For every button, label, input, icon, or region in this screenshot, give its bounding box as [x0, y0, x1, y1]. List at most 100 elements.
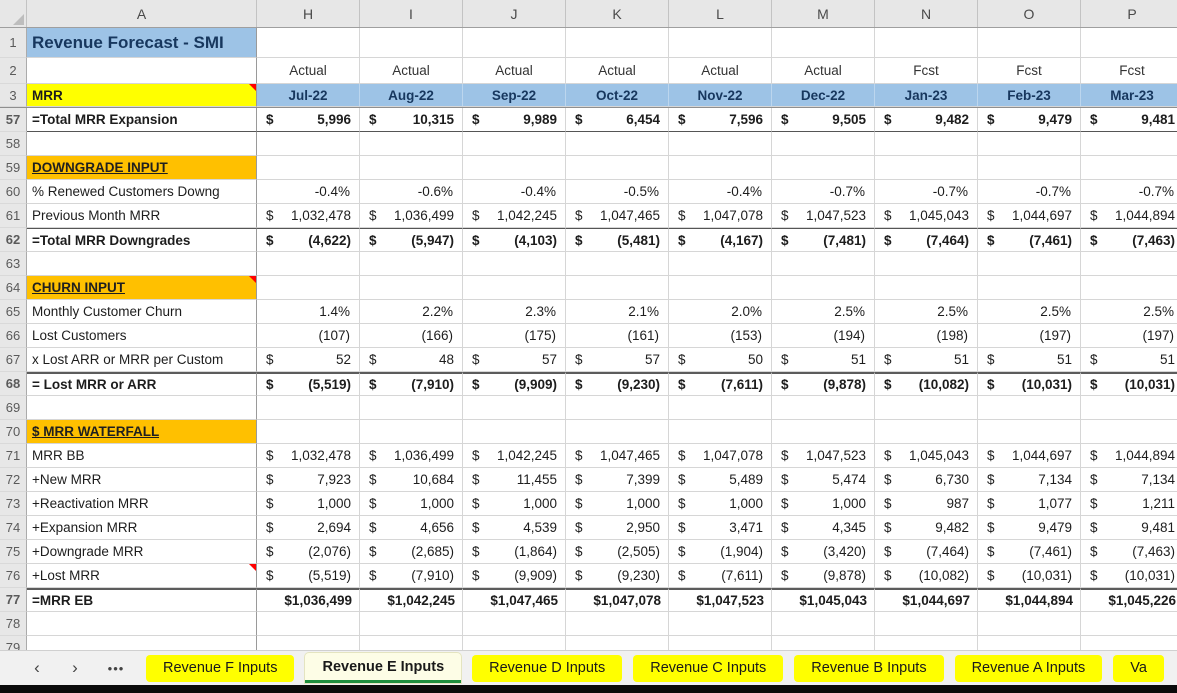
cell-P68[interactable]: $ (10,031)	[1081, 372, 1177, 396]
cell-N66[interactable]: (198)	[875, 324, 978, 348]
cell-O63[interactable]	[978, 252, 1081, 276]
cell-N74[interactable]: $9,482	[875, 516, 978, 540]
col-header-L[interactable]: L	[669, 0, 772, 27]
cell-J57[interactable]: $9,989	[463, 108, 566, 132]
cell-I70[interactable]	[360, 420, 463, 444]
cell-L75[interactable]: $ (1,904)	[669, 540, 772, 564]
cell-A69[interactable]	[27, 396, 257, 420]
cell-I60[interactable]: -0.6%	[360, 180, 463, 204]
cell-O1[interactable]	[978, 28, 1081, 58]
cell-J2[interactable]: Actual	[463, 58, 566, 84]
cell-J59[interactable]	[463, 156, 566, 180]
row-header-62[interactable]: 62	[0, 228, 27, 252]
row-header-59[interactable]: 59	[0, 156, 27, 180]
cell-O57[interactable]: $9,479	[978, 108, 1081, 132]
cell-J77[interactable]: $1,047,465	[463, 588, 566, 612]
cell-A64[interactable]: CHURN INPUT	[27, 276, 257, 300]
cell-L58[interactable]	[669, 132, 772, 156]
cell-N67[interactable]: $51	[875, 348, 978, 372]
cell-M75[interactable]: $ (3,420)	[772, 540, 875, 564]
col-header-I[interactable]: I	[360, 0, 463, 27]
cell-A68[interactable]: = Lost MRR or ARR	[27, 372, 257, 396]
cell-O77[interactable]: $1,044,894	[978, 588, 1081, 612]
cell-P74[interactable]: $9,481	[1081, 516, 1177, 540]
cell-K60[interactable]: -0.5%	[566, 180, 669, 204]
cell-J61[interactable]: $1,042,245	[463, 204, 566, 228]
col-header-O[interactable]: O	[978, 0, 1081, 27]
cell-L64[interactable]	[669, 276, 772, 300]
cell-P3[interactable]: Mar-23	[1081, 84, 1177, 107]
row-header-67[interactable]: 67	[0, 348, 27, 372]
cell-A66[interactable]: Lost Customers	[27, 324, 257, 348]
cell-J3[interactable]: Sep-22	[463, 84, 566, 107]
cell-K67[interactable]: $57	[566, 348, 669, 372]
cell-J69[interactable]	[463, 396, 566, 420]
cell-M59[interactable]	[772, 156, 875, 180]
cell-H77[interactable]: $1,036,499	[257, 588, 360, 612]
cell-K66[interactable]: (161)	[566, 324, 669, 348]
cell-A74[interactable]: +Expansion MRR	[27, 516, 257, 540]
cell-O60[interactable]: -0.7%	[978, 180, 1081, 204]
cell-I57[interactable]: $10,315	[360, 108, 463, 132]
cell-M73[interactable]: $1,000	[772, 492, 875, 516]
cell-A61[interactable]: Previous Month MRR	[27, 204, 257, 228]
cell-J58[interactable]	[463, 132, 566, 156]
cell-O70[interactable]	[978, 420, 1081, 444]
cell-L59[interactable]	[669, 156, 772, 180]
cell-L57[interactable]: $7,596	[669, 108, 772, 132]
cell-P62[interactable]: $ (7,463)	[1081, 228, 1177, 252]
cell-H73[interactable]: $1,000	[257, 492, 360, 516]
cell-K72[interactable]: $7,399	[566, 468, 669, 492]
cell-P1[interactable]	[1081, 28, 1177, 58]
row-header-1[interactable]: 1	[0, 28, 27, 58]
cell-A67[interactable]: x Lost ARR or MRR per Custom	[27, 348, 257, 372]
cell-I3[interactable]: Aug-22	[360, 84, 463, 107]
row-header-73[interactable]: 73	[0, 492, 27, 516]
cell-L70[interactable]	[669, 420, 772, 444]
cell-H65[interactable]: 1.4%	[257, 300, 360, 324]
cell-I1[interactable]	[360, 28, 463, 58]
cell-K61[interactable]: $1,047,465	[566, 204, 669, 228]
cell-M76[interactable]: $ (9,878)	[772, 564, 875, 588]
cell-L67[interactable]: $50	[669, 348, 772, 372]
cell-P66[interactable]: (197)	[1081, 324, 1177, 348]
cell-O69[interactable]	[978, 396, 1081, 420]
cell-I75[interactable]: $ (2,685)	[360, 540, 463, 564]
cell-P57[interactable]: $9,481	[1081, 108, 1177, 132]
cell-H61[interactable]: $1,032,478	[257, 204, 360, 228]
cell-P77[interactable]: $1,045,226	[1081, 588, 1177, 612]
row-header-3[interactable]: 3	[0, 84, 27, 107]
cell-H2[interactable]: Actual	[257, 58, 360, 84]
cell-K71[interactable]: $1,047,465	[566, 444, 669, 468]
cell-K1[interactable]	[566, 28, 669, 58]
cell-M65[interactable]: 2.5%	[772, 300, 875, 324]
row-header-63[interactable]: 63	[0, 252, 27, 276]
cell-M70[interactable]	[772, 420, 875, 444]
row-header-68[interactable]: 68	[0, 372, 27, 396]
cell-N70[interactable]	[875, 420, 978, 444]
cell-L72[interactable]: $5,489	[669, 468, 772, 492]
cell-O58[interactable]	[978, 132, 1081, 156]
next-sheet-icon[interactable]: ›	[56, 658, 94, 678]
cell-J1[interactable]	[463, 28, 566, 58]
cell-H60[interactable]: -0.4%	[257, 180, 360, 204]
cell-M62[interactable]: $ (7,481)	[772, 228, 875, 252]
row-header-71[interactable]: 71	[0, 444, 27, 468]
cell-I2[interactable]: Actual	[360, 58, 463, 84]
tab-revenue-e-inputs[interactable]: Revenue E Inputs	[305, 653, 462, 683]
cell-M74[interactable]: $4,345	[772, 516, 875, 540]
row-header-64[interactable]: 64	[0, 276, 27, 300]
cell-O66[interactable]: (197)	[978, 324, 1081, 348]
cell-A58[interactable]	[27, 132, 257, 156]
cell-J68[interactable]: $ (9,909)	[463, 372, 566, 396]
cell-H66[interactable]: (107)	[257, 324, 360, 348]
cell-P75[interactable]: $ (7,463)	[1081, 540, 1177, 564]
cell-K63[interactable]	[566, 252, 669, 276]
cell-J63[interactable]	[463, 252, 566, 276]
cell-N2[interactable]: Fcst	[875, 58, 978, 84]
cell-K74[interactable]: $2,950	[566, 516, 669, 540]
cell-L2[interactable]: Actual	[669, 58, 772, 84]
cell-P65[interactable]: 2.5%	[1081, 300, 1177, 324]
cell-P78[interactable]	[1081, 612, 1177, 636]
cell-K73[interactable]: $1,000	[566, 492, 669, 516]
